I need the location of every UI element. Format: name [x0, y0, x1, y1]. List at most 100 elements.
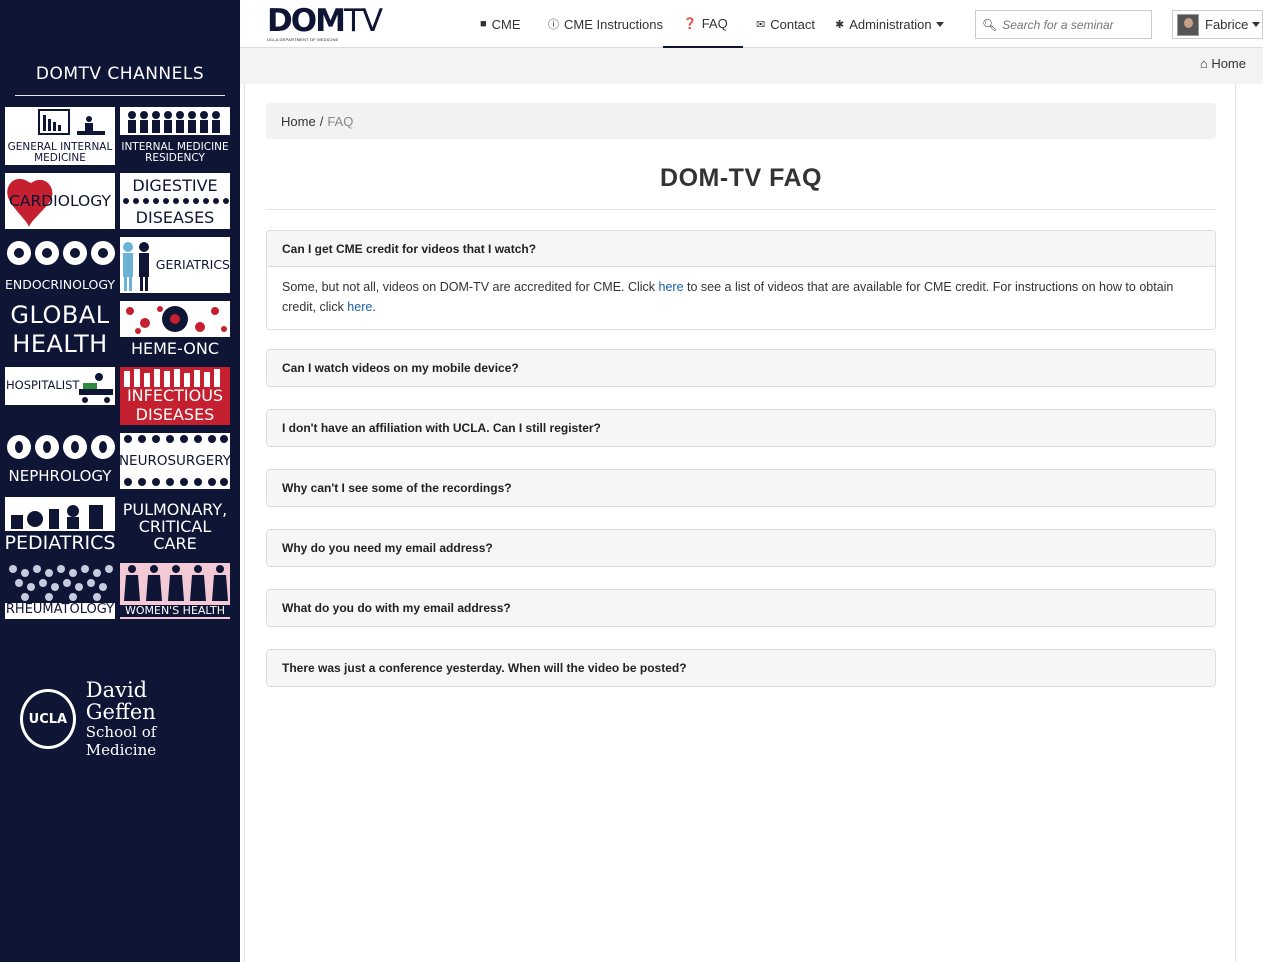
channel-heme-onc[interactable]: HEME-ONC	[120, 301, 230, 359]
channel-label: INTERNAL MEDICINE RESIDENCY	[121, 140, 229, 164]
faq-item: Why do you need my email address?	[266, 529, 1216, 567]
channel-label: ENDOCRINOLOGY	[5, 276, 115, 292]
breadcrumb-home[interactable]: Home	[281, 114, 316, 129]
nav-faq-label: FAQ	[701, 15, 728, 31]
school-logo[interactable]: UCLA David Geffen School of Medicine	[20, 679, 220, 759]
people-group-icon	[120, 107, 230, 135]
crowd-silhouette-icon	[124, 369, 220, 387]
nav-contact[interactable]: ✉ Contact	[756, 0, 815, 48]
user-name: Fabrice	[1205, 17, 1249, 32]
channel-label: PULMONARY, CRITICAL CARE	[122, 499, 228, 553]
women-silhouette-icon	[124, 565, 228, 601]
asterisk-icon: ✱	[835, 18, 845, 31]
kidney-icon	[7, 435, 115, 459]
channel-label: WOMEN'S HEALTH	[120, 605, 230, 617]
chevron-down-icon	[1252, 22, 1261, 27]
channel-cardiology[interactable]: CARDIOLOGY	[5, 173, 115, 229]
channel-pediatrics[interactable]: PEDIATRICS	[5, 497, 115, 555]
envelope-icon: ✉	[756, 18, 766, 31]
faq-answer-text: .	[372, 300, 376, 314]
channel-label: NEUROSURGERY	[120, 452, 230, 469]
sidebar-title: DOMTV CHANNELS	[35, 64, 205, 84]
faq-item: Can I watch videos on my mobile device?	[266, 349, 1216, 387]
channel-rheumatology[interactable]: RHEUMATOLOGY	[5, 563, 115, 619]
faq-item: What do you do with my email address?	[266, 589, 1216, 627]
channel-hospitalist[interactable]: HOSPITALIST	[5, 367, 115, 405]
channel-label: INFECTIOUS DISEASES	[126, 386, 224, 424]
faq-question[interactable]: There was just a conference yesterday. W…	[267, 650, 1215, 686]
user-menu[interactable]: Fabrice	[1172, 10, 1263, 39]
faq-item: There was just a conference yesterday. W…	[266, 649, 1216, 687]
faq-question[interactable]: What do you do with my email address?	[267, 590, 1215, 626]
channel-label: GERIATRICS	[155, 257, 230, 273]
channel-label: RHEUMATOLOGY	[5, 602, 115, 618]
nav-cme[interactable]: ■ CME	[480, 0, 521, 48]
breadcrumb-separator: /	[319, 113, 324, 129]
video-camera-icon: ■	[480, 18, 487, 30]
faq-item: Why can't I see some of the recordings?	[266, 469, 1216, 507]
school-name-line1: David Geffen	[85, 678, 156, 724]
faq-question[interactable]: Why do you need my email address?	[267, 530, 1215, 566]
faq-question[interactable]: Why can't I see some of the recordings?	[267, 470, 1215, 506]
nav-faq[interactable]: ❓ FAQ	[663, 0, 743, 48]
faq-item: Can I get CME credit for videos that I w…	[266, 230, 1216, 330]
channel-label: GLOBAL HEALTH	[10, 301, 110, 358]
channel-neurosurgery[interactable]: NEUROSURGERY	[120, 433, 230, 489]
channel-general-internal-medicine[interactable]: GENERAL INTERNAL MEDICINE	[5, 107, 115, 165]
ucla-seal-icon: UCLA	[20, 689, 76, 749]
avatar	[1177, 13, 1199, 36]
faq-answer: Some, but not all, videos on DOM-TV are …	[267, 267, 1215, 329]
channel-label: PEDIATRICS	[5, 532, 115, 555]
channel-geriatrics[interactable]: GERIATRICS	[120, 237, 230, 293]
blood-cells-icon	[120, 301, 230, 337]
main-panel: Home / FAQ DOM-TV FAQ Can I get CME cred…	[244, 84, 1236, 962]
toys-icon	[5, 497, 115, 531]
search-icon: 🔍︎	[982, 17, 998, 32]
channel-nephrology[interactable]: NEPHROLOGY	[5, 433, 115, 489]
home-icon: ⌂	[1199, 56, 1208, 71]
faq-question[interactable]: Can I watch videos on my mobile device?	[267, 350, 1215, 386]
channel-infectious-diseases[interactable]: INFECTIOUS DISEASES	[120, 367, 230, 425]
sub-bar: ⌂ Home	[240, 48, 1263, 84]
faq-answer-text: Some, but not all, videos on DOM-TV are …	[282, 280, 659, 294]
channel-global-health[interactable]: GLOBAL HEALTH	[5, 301, 115, 359]
sidebar-divider	[15, 95, 225, 96]
question-circle-icon: ❓	[683, 17, 697, 30]
breadcrumb: Home / FAQ	[266, 103, 1216, 139]
channel-label: NEPHROLOGY	[8, 467, 112, 486]
info-circle-icon: ⓘ	[548, 19, 559, 31]
channel-digestive-diseases[interactable]: DIGESTIVE DISEASES	[120, 173, 230, 229]
breadcrumb-current: FAQ	[327, 113, 354, 129]
channel-endocrinology[interactable]: ENDOCRINOLOGY	[5, 237, 115, 293]
brand-logo[interactable]: DOMTV UCLA DEPARTMENT OF MEDICINE	[267, 3, 383, 43]
faq-item: I don't have an affiliation with UCLA. C…	[266, 409, 1216, 447]
top-navbar: DOMTV UCLA DEPARTMENT OF MEDICINE ■ CME …	[240, 0, 1263, 48]
channel-label: HEME-ONC	[130, 339, 219, 359]
organs-icon	[7, 241, 115, 265]
cme-instructions-link[interactable]: here	[347, 300, 372, 314]
nav-administration-label: Administration	[849, 16, 932, 32]
faq-question[interactable]: Can I get CME credit for videos that I w…	[267, 231, 1215, 267]
brand-tv: TV	[343, 3, 383, 39]
cme-videos-link[interactable]: here	[659, 280, 684, 294]
channel-internal-medicine-residency[interactable]: INTERNAL MEDICINE RESIDENCY	[120, 107, 230, 165]
brand-dom: DOM	[267, 3, 346, 39]
school-name-line2: School of Medicine	[85, 723, 157, 759]
nav-cme-instructions[interactable]: ⓘ CME Instructions	[548, 0, 663, 48]
channel-womens-health[interactable]: WOMEN'S HEALTH	[120, 563, 230, 619]
joints-pattern-icon	[5, 563, 115, 603]
faq-question[interactable]: I don't have an affiliation with UCLA. C…	[267, 410, 1215, 446]
home-link[interactable]: ⌂ Home	[1200, 56, 1246, 71]
nav-administration[interactable]: ✱ Administration	[835, 0, 944, 48]
channel-label: CARDIOLOGY	[9, 191, 111, 210]
search-box[interactable]: 🔍︎	[975, 10, 1152, 39]
title-divider	[266, 209, 1216, 210]
channel-label: HOSPITALIST	[6, 378, 80, 392]
nav-cme-label: CME	[491, 16, 521, 32]
chevron-down-icon	[935, 21, 944, 27]
nav-contact-label: Contact	[770, 16, 816, 32]
bar-chart-icon	[38, 109, 105, 135]
channel-label: DIGESTIVE DISEASES	[132, 176, 218, 227]
search-input[interactable]	[1002, 17, 1143, 32]
channel-pulmonary-critical-care[interactable]: PULMONARY, CRITICAL CARE	[120, 497, 230, 555]
